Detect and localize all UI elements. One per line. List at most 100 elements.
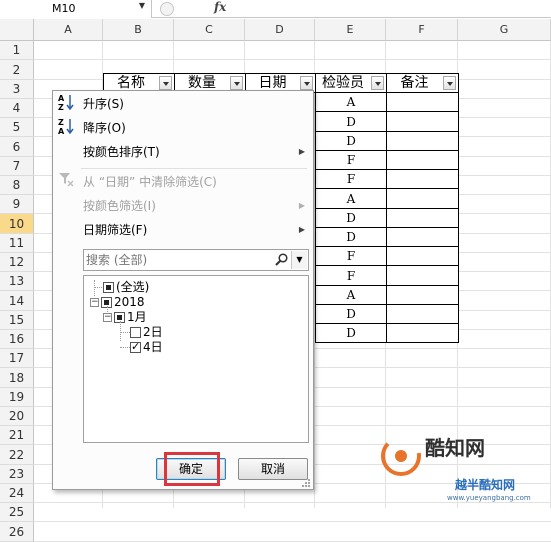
row-header[interactable]: 11 xyxy=(0,234,34,253)
select-all-corner[interactable] xyxy=(0,19,34,41)
tree-node-day-4[interactable]: 4日 xyxy=(130,340,163,354)
insert-function-icon[interactable]: fx xyxy=(214,0,226,14)
inspector-cell[interactable]: F xyxy=(315,246,387,266)
menu-separator xyxy=(81,168,307,169)
column-header[interactable]: F xyxy=(386,19,458,41)
column-header[interactable]: D xyxy=(245,19,315,41)
row-header[interactable]: 21 xyxy=(0,426,34,445)
inspector-cell[interactable]: F xyxy=(315,265,387,286)
inspector-cell[interactable]: D xyxy=(315,227,387,247)
row-header[interactable]: 3 xyxy=(0,80,34,99)
tree-node-year[interactable]: −2018 xyxy=(90,295,145,309)
row-header[interactable]: 20 xyxy=(0,407,34,426)
row-header[interactable]: 22 xyxy=(0,445,34,465)
formula-controls: fx xyxy=(152,0,242,18)
circle-icon xyxy=(160,2,174,16)
row-header[interactable]: 18 xyxy=(0,368,34,388)
row-header[interactable]: 8 xyxy=(0,176,34,195)
sort-by-color-item[interactable]: 按颜色排序(T) ▶ xyxy=(53,141,313,163)
inspector-cell[interactable]: D xyxy=(315,131,387,151)
checkbox-partial-icon[interactable] xyxy=(103,282,114,293)
resize-grip-icon[interactable] xyxy=(301,477,311,487)
checkbox-unchecked-icon[interactable] xyxy=(130,327,141,338)
notes-cell[interactable] xyxy=(386,227,459,247)
inspector-cell[interactable]: A xyxy=(315,188,387,209)
row-header[interactable]: 23 xyxy=(0,465,34,484)
name-box[interactable]: M10 ▼ xyxy=(0,0,152,18)
row-header[interactable]: 19 xyxy=(0,388,34,407)
column-header[interactable]: B xyxy=(103,19,174,41)
notes-cell[interactable] xyxy=(386,265,459,286)
row-header[interactable]: 24 xyxy=(0,484,34,503)
row-header[interactable]: 26 xyxy=(0,522,34,542)
column-header[interactable]: A xyxy=(34,19,103,41)
column-header[interactable]: E xyxy=(315,19,386,41)
search-icon xyxy=(275,253,288,266)
inspector-cell[interactable]: A xyxy=(315,285,387,305)
header-label: 备注 xyxy=(400,75,429,91)
row-header[interactable]: 2 xyxy=(0,60,34,80)
notes-cell[interactable] xyxy=(386,150,459,170)
row-header[interactable]: 6 xyxy=(0,137,34,157)
row-header[interactable]: 25 xyxy=(0,503,34,522)
notes-cell[interactable] xyxy=(386,169,459,189)
search-input[interactable] xyxy=(84,250,274,270)
notes-cell[interactable] xyxy=(386,304,459,324)
watermark-brand: 酷知网 xyxy=(425,436,485,460)
inspector-cell[interactable]: D xyxy=(315,111,387,132)
row-header[interactable]: 15 xyxy=(0,311,34,330)
inspector-cell[interactable]: F xyxy=(315,150,387,170)
row-header[interactable]: 16 xyxy=(0,330,34,349)
inspector-cell[interactable]: D xyxy=(315,304,387,324)
tree-node-select-all[interactable]: (全选) xyxy=(103,280,149,294)
clear-filter-item: 从 “日期” 中清除筛选(C) xyxy=(53,171,313,193)
chevron-down-icon[interactable]: ▼ xyxy=(291,251,307,269)
row-header[interactable]: 5 xyxy=(0,118,34,137)
inspector-cell[interactable]: F xyxy=(315,169,387,189)
sort-descending-icon: Z A xyxy=(55,117,77,144)
sort-ascending-item[interactable]: A Z 升序(S) xyxy=(53,93,313,115)
row-header[interactable]: 1 xyxy=(0,41,34,60)
checkbox-checked-icon[interactable] xyxy=(130,340,141,354)
filter-dropdown-icon[interactable] xyxy=(300,76,313,90)
filter-dropdown-icon[interactable] xyxy=(371,76,384,90)
notes-cell[interactable] xyxy=(386,323,459,343)
submenu-arrow-icon: ▶ xyxy=(298,201,305,210)
svg-text:A: A xyxy=(58,127,65,135)
collapse-icon[interactable]: − xyxy=(103,313,112,322)
collapse-icon[interactable]: − xyxy=(90,298,99,307)
notes-cell[interactable] xyxy=(386,188,459,209)
row-header[interactable]: 17 xyxy=(0,349,34,368)
row-header[interactable]: 4 xyxy=(0,99,34,118)
filter-dropdown-icon[interactable] xyxy=(159,76,172,90)
filter-dropdown-icon[interactable] xyxy=(443,76,456,90)
inspector-cell[interactable]: D xyxy=(315,208,387,228)
tree-node-month[interactable]: −1月 xyxy=(103,310,147,324)
inspector-cell[interactable]: A xyxy=(315,92,387,112)
submenu-arrow-icon: ▶ xyxy=(298,147,305,156)
row-header[interactable]: 12 xyxy=(0,253,34,272)
filter-search-box[interactable]: ▼ xyxy=(83,249,309,271)
row-header[interactable]: 9 xyxy=(0,195,34,214)
notes-cell[interactable] xyxy=(386,131,459,151)
notes-cell[interactable] xyxy=(386,92,459,112)
notes-cell[interactable] xyxy=(386,246,459,266)
chevron-down-icon[interactable]: ▼ xyxy=(139,1,145,10)
notes-cell[interactable] xyxy=(386,285,459,305)
filter-dropdown-icon[interactable] xyxy=(230,76,243,90)
row-header[interactable]: 10 xyxy=(0,214,34,234)
ok-button[interactable]: 确定 xyxy=(156,458,226,480)
column-header[interactable]: C xyxy=(174,19,245,41)
date-filter-item[interactable]: 日期筛选(F) ▶ xyxy=(53,219,313,241)
inspector-cell[interactable]: D xyxy=(315,323,387,343)
sort-descending-item[interactable]: Z A 降序(O) xyxy=(53,117,313,139)
row-header[interactable]: 13 xyxy=(0,272,34,291)
header-label: 名称 xyxy=(117,75,145,91)
row-header[interactable]: 14 xyxy=(0,291,34,311)
notes-cell[interactable] xyxy=(386,111,459,132)
notes-cell[interactable] xyxy=(386,208,459,228)
row-header[interactable]: 7 xyxy=(0,157,34,176)
column-header[interactable]: G xyxy=(458,19,551,41)
tree-node-day-2[interactable]: 2日 xyxy=(130,325,163,339)
cancel-button[interactable]: 取消 xyxy=(238,458,308,480)
